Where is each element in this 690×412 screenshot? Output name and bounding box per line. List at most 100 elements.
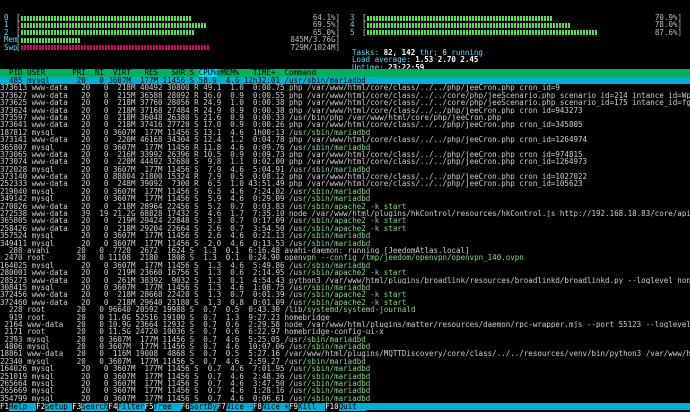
process-row[interactable]: 373140 www-data 20 0 88804 21800 15324 R… xyxy=(0,173,690,180)
fkey-f7[interactable]: F7 xyxy=(216,403,226,411)
process-command: r/bin/php /var/www/html/core/php/jeeCron… xyxy=(302,113,502,122)
process-command: r/sbin/mariadbd xyxy=(302,232,371,240)
meter-bar xyxy=(366,15,553,21)
fkey-f6[interactable]: F6 xyxy=(180,403,190,411)
process-row[interactable]: 357524 mysql 20 0 3607M 177M 11456 S 2.6… xyxy=(0,232,690,239)
process-row[interactable]: 164025 mysql 20 0 3607M 177M 11456 S 1.3… xyxy=(0,262,690,269)
meter-value: 729M/1024M] xyxy=(290,43,340,51)
fkey-f3[interactable]: F3 xyxy=(72,403,82,411)
process-row[interactable]: 18861 www-data 20 0 116M 19008 4868 S 0.… xyxy=(0,350,690,357)
process-fields: 164026 mysql 20 0 3607M 177M 11456 S 0.7… xyxy=(0,365,303,373)
process-row[interactable]: 4806 mysql 20 0 3607M 177M 11456 S 0.7 4… xyxy=(0,343,690,350)
process-row[interactable]: 2470 root 20 0 11108 2180 1808 S 1.3 0.1… xyxy=(0,254,690,261)
process-row[interactable]: 349142 mysql 20 0 3607M 177M 11456 S 5.9… xyxy=(0,195,690,202)
process-row[interactable]: 2393 mysql 20 0 3607M 177M 11456 S 0.7 4… xyxy=(0,336,690,343)
process-fields: 373140 www-data 20 0 88804 21800 15324 R… xyxy=(0,173,303,181)
process-fields: 2470 root 20 0 11108 2180 1808 S 1.3 0.1… xyxy=(0,254,303,262)
process-row[interactable]: 265669 mysql 20 0 3607M 177M 11456 S 0.7… xyxy=(0,387,690,394)
process-command: r/sbin/mariadbd xyxy=(302,372,371,381)
header-sorted-column[interactable]: CPU% xyxy=(198,69,217,77)
process-fields: 357524 mysql 20 0 3607M 177M 11456 S 2.6… xyxy=(0,232,303,240)
process-fields: 373074 www-data 20 0 220M 44492 32680 S … xyxy=(0,158,303,166)
fkey-label-kill[interactable]: Kill xyxy=(298,403,326,411)
fkey-label-quit[interactable]: Quit xyxy=(338,403,366,411)
process-list[interactable]: 485 mysql 20 0 3607M 177M 11456 S 58.9 4… xyxy=(0,77,690,402)
process-row[interactable]: 2171 root 20 0 11.5G 24720 10036 S 0.7 0… xyxy=(0,328,690,335)
process-row[interactable]: 272538 www-data 39 19 21.2G 68828 17432 … xyxy=(0,210,690,217)
meter-label: 5 xyxy=(350,28,355,37)
meter-label: 3 xyxy=(350,14,355,22)
fkey-label-nice-[interactable]: Nice - xyxy=(225,403,253,411)
process-row[interactable]: 251019 mysql 20 0 3607M 177M 11456 S 0.7… xyxy=(0,373,690,380)
process-row[interactable]: 372460 www-data 20 0 218M 29640 23180 S … xyxy=(0,299,690,306)
process-row[interactable]: 258426 www-data 20 0 218M 29204 22664 S … xyxy=(0,225,690,232)
process-row[interactable]: 280001 www-data 20 0 219M 23660 16756 S … xyxy=(0,269,690,276)
process-row[interactable]: 373065 www-data 20 0 216M 33992 26396 R … xyxy=(0,151,690,158)
process-row[interactable]: 219040 mysql 20 0 3607M 177M 11456 S 6.5… xyxy=(0,188,690,195)
process-row[interactable]: 485 mysql 20 0 3607M 177M 11456 S 58.9 4… xyxy=(0,77,690,85)
process-row[interactable]: 373613 www-data 20 0 218M 40492 30800 R … xyxy=(0,84,690,91)
process-command: /var/www/html/core/class/../../php/jeeCr… xyxy=(302,84,560,92)
fkey-f2[interactable]: F2 xyxy=(36,403,46,411)
process-command: r/sbin/mariadbd xyxy=(302,387,371,395)
header-columns-rest[interactable]: ▽MEM% TIME+ Command xyxy=(217,69,316,77)
fkey-label-tree[interactable]: Tree xyxy=(153,403,181,411)
process-row[interactable]: 22340 mysql 20 0 3607M 177M 11456 S 0.7 … xyxy=(0,358,690,365)
process-row[interactable]: 373625 www-data 20 0 218M 37760 28056 R … xyxy=(0,99,690,106)
fkey-f1[interactable]: F1 xyxy=(0,403,10,411)
process-row[interactable]: 373141 www-data 20 0 220M 46168 34304 S … xyxy=(0,136,690,143)
process-row[interactable]: 372028 mysql 20 0 3607M 177M 11456 S 7.9… xyxy=(0,166,690,173)
process-command: /var/www/html/core/class/../../core/php/… xyxy=(307,91,690,100)
process-fields: 164025 mysql 20 0 3607M 177M 11456 S 1.3… xyxy=(0,261,303,270)
process-row[interactable]: 187812 mysql 20 0 3607M 177M 11456 S 13.… xyxy=(0,129,690,136)
fkey-label-search[interactable]: Search xyxy=(81,403,109,411)
process-row[interactable]: 373597 www-data 20 0 218M 36048 26380 S … xyxy=(0,114,690,121)
process-fields: 373624 www-data 20 0 218M 37168 27484 R … xyxy=(0,106,303,114)
fkey-label-nice-[interactable]: Nice + xyxy=(261,403,289,411)
process-row[interactable]: 373641 www-data 20 0 218M 37416 27720 S … xyxy=(0,121,690,128)
process-row[interactable]: 372456 www-data 20 0 218M 28668 22420 S … xyxy=(0,291,690,298)
process-row[interactable]: 270826 www-data 20 0 218M 28964 22456 S … xyxy=(0,203,690,210)
process-row[interactable]: 365807 mysql 20 0 3607M 177M 11456 R 11.… xyxy=(0,144,690,151)
process-row[interactable]: 373627 www-data 20 0 215M 36588 28092 R … xyxy=(0,92,690,99)
process-command: /www/html/plugins/MQTTDiscovery/core/cla… xyxy=(302,350,690,358)
fkey-label-sortby[interactable]: SortBy xyxy=(189,403,217,411)
process-row[interactable]: 308415 mysql 20 0 3607M 177M 11456 S 1.3… xyxy=(0,284,690,291)
process-fields: 373613 www-data 20 0 218M 40492 30800 R … xyxy=(0,84,303,92)
fkey-bar-filler xyxy=(365,403,690,411)
process-row[interactable]: 365805 www-data 20 0 219M 29424 22848 S … xyxy=(0,217,690,224)
fkey-label-filter[interactable]: Filter xyxy=(117,403,145,411)
process-row[interactable]: 349411 mysql 20 0 3607M 177M 11456 S 2.0… xyxy=(0,240,690,247)
fkey-f10[interactable]: F10 xyxy=(325,403,339,411)
process-command: /sbin/mariadbd xyxy=(302,335,366,344)
process-command: r/sbin/mariadbd xyxy=(302,394,371,403)
fkey-f5[interactable]: F5 xyxy=(144,403,154,411)
htop-terminal: 0[64.1%] 1[69.5%] 2[65.0%] Mem[845M/3.76G] S… xyxy=(0,0,690,412)
process-row[interactable]: 285273 www-data 20 0 261M 38392 9032 S 1… xyxy=(0,277,690,284)
process-command: r/sbin/mariadbd xyxy=(302,380,371,388)
process-row[interactable]: 252333 www-data 20 0 248M 39092 7300 R 6… xyxy=(0,180,690,187)
process-command: bridge xyxy=(302,313,330,321)
meter-value: 64.1%] xyxy=(312,14,340,22)
process-row[interactable]: 164026 mysql 20 0 3607M 177M 11456 S 0.7… xyxy=(0,365,690,372)
process-command: /var/www/html/core/class/../../php/jeeCr… xyxy=(302,106,583,114)
meter-value: 87.6%] xyxy=(654,28,682,37)
process-row[interactable]: 228 root 20 0 96640 20592 19988 S 0.7 0.… xyxy=(0,306,690,313)
process-fields: 18861 www-data 20 0 116M 19008 4868 S 0.… xyxy=(0,350,303,358)
header-columns[interactable]: PID USER PRI NI VIRT RES SHR S xyxy=(0,69,199,77)
process-row[interactable]: 265664 mysql 20 0 3607M 177M 11456 S 0.7… xyxy=(0,380,690,387)
process-row[interactable]: 288 avahi 20 0 7720 2672 1624 S 1.3 0.1 … xyxy=(0,247,690,254)
fkey-label-help[interactable]: Help xyxy=(9,403,37,411)
process-table-header[interactable]: PID USER PRI NI VIRT RES SHR S CPU%▽MEM%… xyxy=(0,69,690,77)
process-row[interactable]: 373074 www-data 20 0 220M 44492 32680 S … xyxy=(0,158,690,165)
fkey-f8[interactable]: F8 xyxy=(252,403,262,411)
process-row[interactable]: 354799 mysql 20 0 3607M 177M 11456 S 0.7… xyxy=(0,395,690,402)
process-fields: 365807 mysql 20 0 3607M 177M 11456 R 11.… xyxy=(0,143,303,151)
fkey-f9[interactable]: F9 xyxy=(289,403,299,411)
process-row[interactable]: 919 root 20 0 11.0G 52516 19100 S 0.7 1.… xyxy=(0,314,690,321)
meter-bar xyxy=(366,30,598,36)
process-row[interactable]: 2164 www-data 20 0 10.9G 23664 12932 S 0… xyxy=(0,321,690,328)
process-row[interactable]: 373624 www-data 20 0 218M 37168 27484 R … xyxy=(0,107,690,114)
process-command: r/sbin/mariadbd xyxy=(302,343,371,351)
fkey-label-setup[interactable]: Setup xyxy=(45,403,73,411)
